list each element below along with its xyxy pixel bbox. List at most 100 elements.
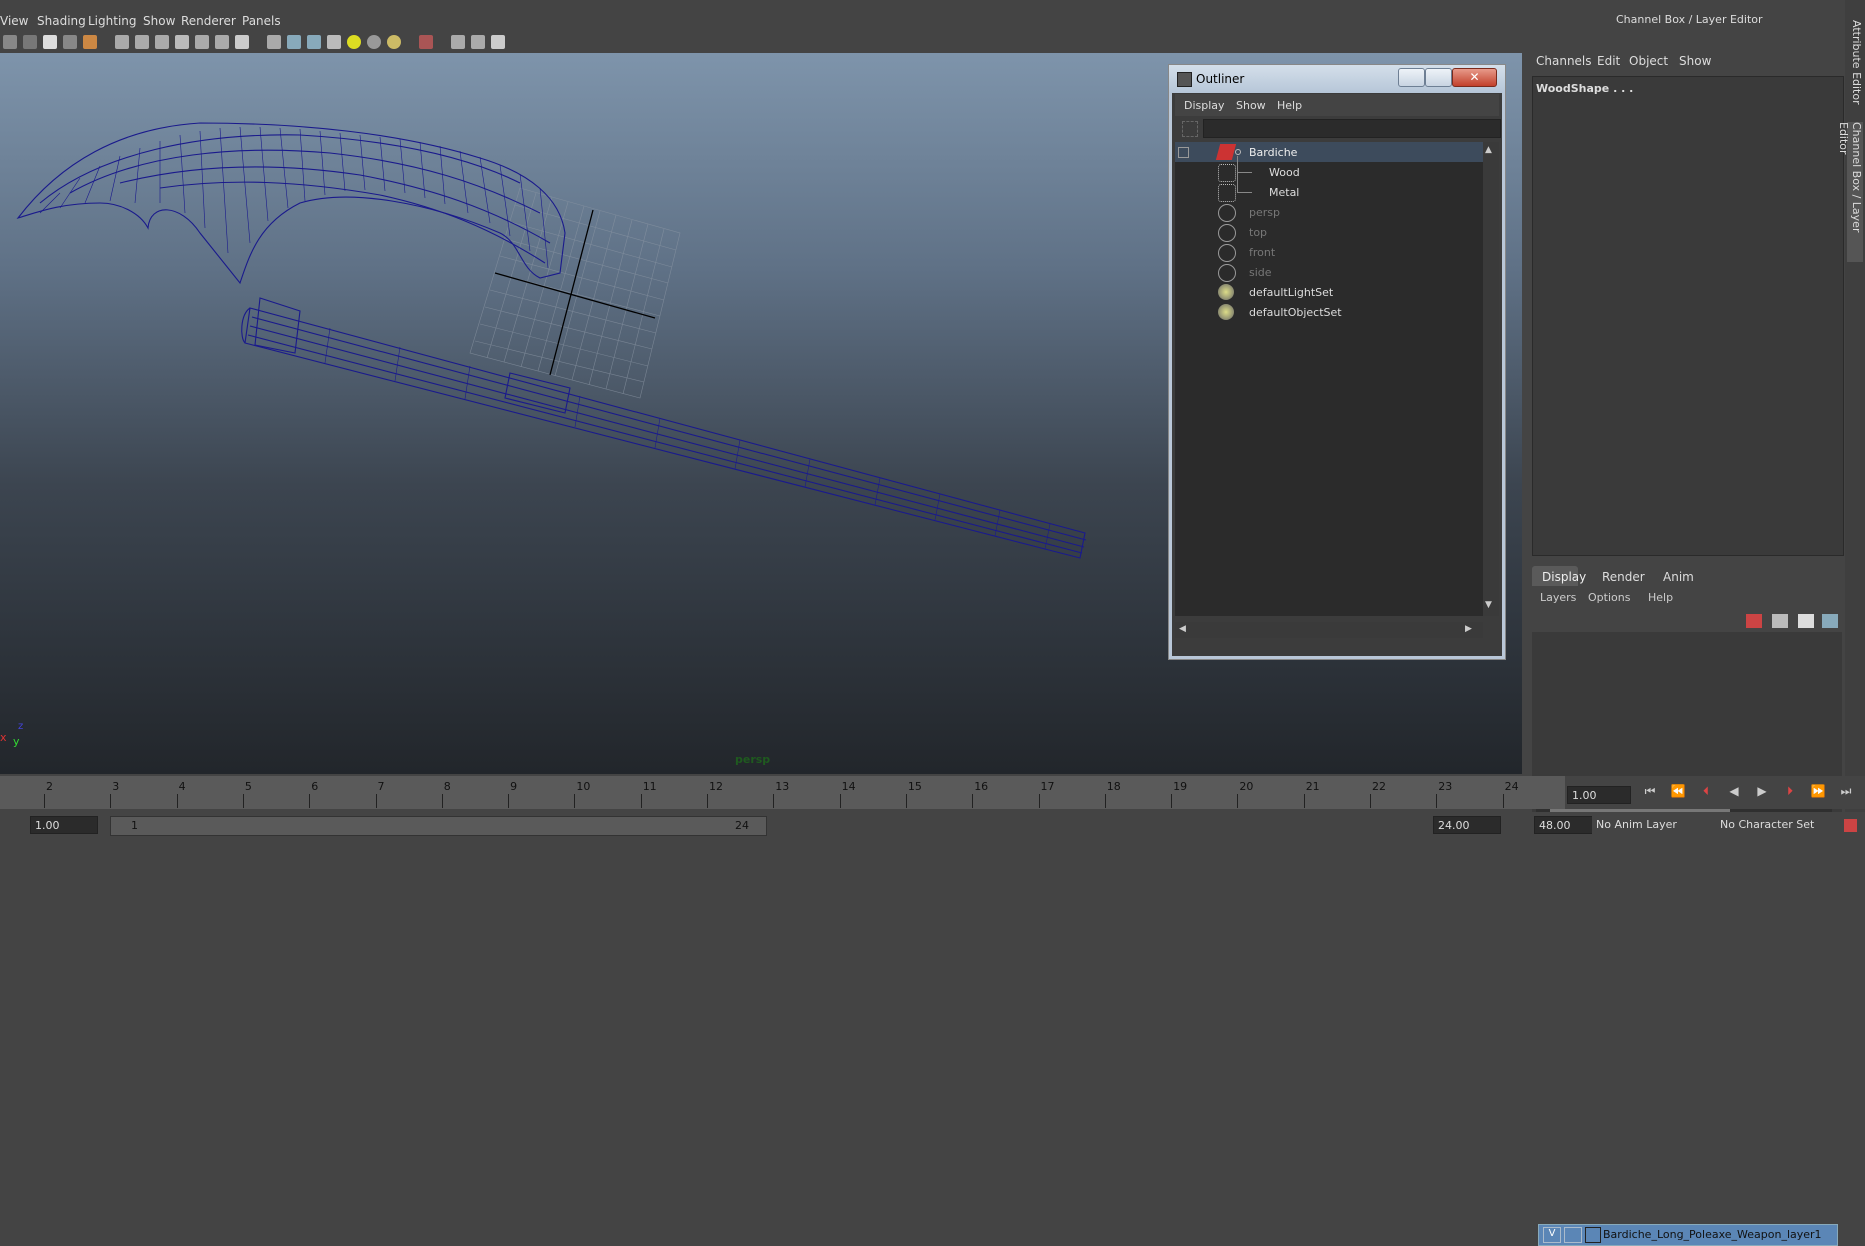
current-frame-field[interactable]: 1.00 (1567, 786, 1631, 804)
new-layer-selected-icon[interactable] (1772, 614, 1788, 628)
tree-row-defaultlightset[interactable]: defaultLightSet (1175, 282, 1483, 302)
scroll-up-icon[interactable]: ▲ (1485, 145, 1492, 155)
wireframe-icon[interactable] (267, 35, 281, 49)
scroll-left-icon[interactable]: ◀ (1179, 624, 1186, 634)
menu-shading[interactable]: Shading (37, 14, 86, 28)
cb-menu-channels[interactable]: Channels (1536, 54, 1592, 68)
scroll-down-icon[interactable]: ▼ (1485, 600, 1492, 610)
layer-visibility-toggle[interactable]: V (1543, 1227, 1561, 1243)
character-set-dropdown[interactable]: No Character Set (1716, 816, 1826, 834)
outliner-menu-show[interactable]: Show (1236, 99, 1266, 112)
tree-row-metal[interactable]: Metal (1175, 172, 1483, 202)
step-forward-key-icon[interactable]: ⏩ (1810, 783, 1826, 799)
collapse-toggle-icon[interactable] (1178, 147, 1189, 158)
go-to-start-icon[interactable]: ⏮ (1642, 783, 1658, 799)
two-d-pan-zoom-icon[interactable] (83, 35, 97, 49)
le-menu-layers[interactable]: Layers (1540, 591, 1576, 604)
image-plane-icon[interactable] (63, 35, 77, 49)
smooth-shade-icon[interactable] (287, 35, 301, 49)
outliner-filter-field[interactable] (1203, 119, 1501, 138)
le-menu-options[interactable]: Options (1588, 591, 1630, 604)
select-camera-icon[interactable] (3, 35, 17, 49)
outliner-menu-help[interactable]: Help (1277, 99, 1302, 112)
menu-view[interactable]: View (0, 14, 28, 28)
grid-icon[interactable] (115, 35, 129, 49)
tree-label: Wood (1269, 166, 1300, 179)
close-button[interactable]: ✕ (1452, 68, 1497, 87)
tab-channel-box-layer-editor[interactable]: Channel Box / Layer Editor (1837, 122, 1863, 262)
tree-row-bardiche[interactable]: Bardiche (1175, 142, 1483, 162)
move-up-icon[interactable] (1798, 614, 1814, 628)
camera-icon (1218, 264, 1236, 282)
layer-color-swatch[interactable] (1585, 1227, 1601, 1243)
outliner-titlebar[interactable]: Outliner ✕ (1169, 65, 1505, 93)
xray-icon[interactable] (451, 35, 465, 49)
resolution-gate-icon[interactable] (155, 35, 169, 49)
tree-row-top[interactable]: top (1175, 222, 1483, 242)
tree-row-side[interactable]: side (1175, 262, 1483, 282)
preferences-icon[interactable] (1844, 819, 1857, 832)
textured-icon[interactable] (327, 35, 341, 49)
wireframe-on-shaded-icon[interactable] (307, 35, 321, 49)
layer-display-type-toggle[interactable] (1564, 1227, 1582, 1243)
tab-attribute-editor[interactable]: Attribute Editor (1847, 20, 1863, 120)
move-down-icon[interactable] (1822, 614, 1838, 628)
menu-lighting[interactable]: Lighting (88, 14, 137, 28)
end-time-field[interactable]: 24.00 (1433, 816, 1501, 834)
time-slider[interactable]: 2 3 4 5 6 7 8 9 10 11 12 13 14 15 16 17 18 19 20 21 22 23 24 (0, 776, 1565, 809)
film-gate-icon[interactable] (135, 35, 149, 49)
new-layer-icon[interactable] (1746, 614, 1762, 628)
go-to-end-icon[interactable]: ⏭ (1838, 783, 1854, 799)
cb-menu-edit[interactable]: Edit (1597, 54, 1620, 68)
timeline-tick-mark (574, 794, 576, 808)
menu-panels[interactable]: Panels (242, 14, 281, 28)
outliner-menu-display[interactable]: Display (1184, 99, 1225, 112)
tree-row-wood[interactable]: Wood (1175, 156, 1483, 182)
bookmarks-icon[interactable] (43, 35, 57, 49)
camera-attributes-icon[interactable] (23, 35, 37, 49)
blade-mesh (16, 122, 566, 285)
blade-grid-lines (39, 126, 549, 269)
layer-name: Bardiche_Long_Poleaxe_Weapon_layer1 (1603, 1228, 1822, 1241)
safe-title-icon[interactable] (235, 35, 249, 49)
filter-icon[interactable] (1182, 121, 1198, 137)
le-menu-help[interactable]: Help (1648, 591, 1673, 604)
start-time-field[interactable]: 1.00 (30, 816, 98, 834)
range-slider[interactable]: 1 24 (110, 816, 767, 836)
xray-components-icon[interactable] (491, 35, 505, 49)
timeline-tick-label: 20 (1239, 780, 1254, 793)
play-forward-icon[interactable]: ▶ (1754, 783, 1770, 799)
outliner-horizontal-scrollbar[interactable]: ◀ ▶ (1175, 622, 1483, 638)
menu-renderer[interactable]: Renderer (181, 14, 236, 28)
menu-show[interactable]: Show (143, 14, 175, 28)
minimize-button[interactable] (1398, 68, 1425, 87)
range-slider-bar: 1.00 1 24 24.00 48.00 No Anim Layer No C… (0, 812, 1865, 839)
maximize-button[interactable] (1425, 68, 1452, 87)
shadows-icon[interactable] (367, 35, 381, 49)
outliner-vertical-scrollbar[interactable]: ▲ ▼ (1483, 142, 1499, 616)
step-back-frame-icon[interactable]: ⏴ (1698, 783, 1714, 799)
tree-row-front[interactable]: front (1175, 242, 1483, 262)
step-back-key-icon[interactable]: ⏪ (1670, 783, 1686, 799)
tab-render[interactable]: Render (1602, 570, 1645, 584)
use-all-lights-icon[interactable] (347, 35, 361, 49)
safe-action-icon[interactable] (215, 35, 229, 49)
cb-menu-show[interactable]: Show (1679, 54, 1711, 68)
gate-mask-icon[interactable] (175, 35, 189, 49)
high-quality-icon[interactable] (387, 35, 401, 49)
play-backward-icon[interactable]: ◀ (1726, 783, 1742, 799)
timeline-tick-mark (375, 794, 377, 808)
tree-row-persp[interactable]: persp (1175, 202, 1483, 222)
tab-anim[interactable]: Anim (1663, 570, 1694, 584)
timeline-tick-mark (1303, 794, 1305, 808)
isolate-select-icon[interactable] (419, 35, 433, 49)
layer-row[interactable]: V Bardiche_Long_Poleaxe_Weapon_layer1 (1538, 1224, 1838, 1246)
field-chart-icon[interactable] (195, 35, 209, 49)
anim-layer-dropdown[interactable]: No Anim Layer (1592, 816, 1696, 834)
xray-joints-icon[interactable] (471, 35, 485, 49)
scroll-right-icon[interactable]: ▶ (1465, 624, 1472, 634)
tab-display[interactable]: Display (1532, 566, 1586, 586)
tree-row-defaultobjectset[interactable]: defaultObjectSet (1175, 302, 1483, 322)
cb-menu-object[interactable]: Object (1629, 54, 1668, 68)
step-forward-frame-icon[interactable]: ⏵ (1782, 783, 1798, 799)
